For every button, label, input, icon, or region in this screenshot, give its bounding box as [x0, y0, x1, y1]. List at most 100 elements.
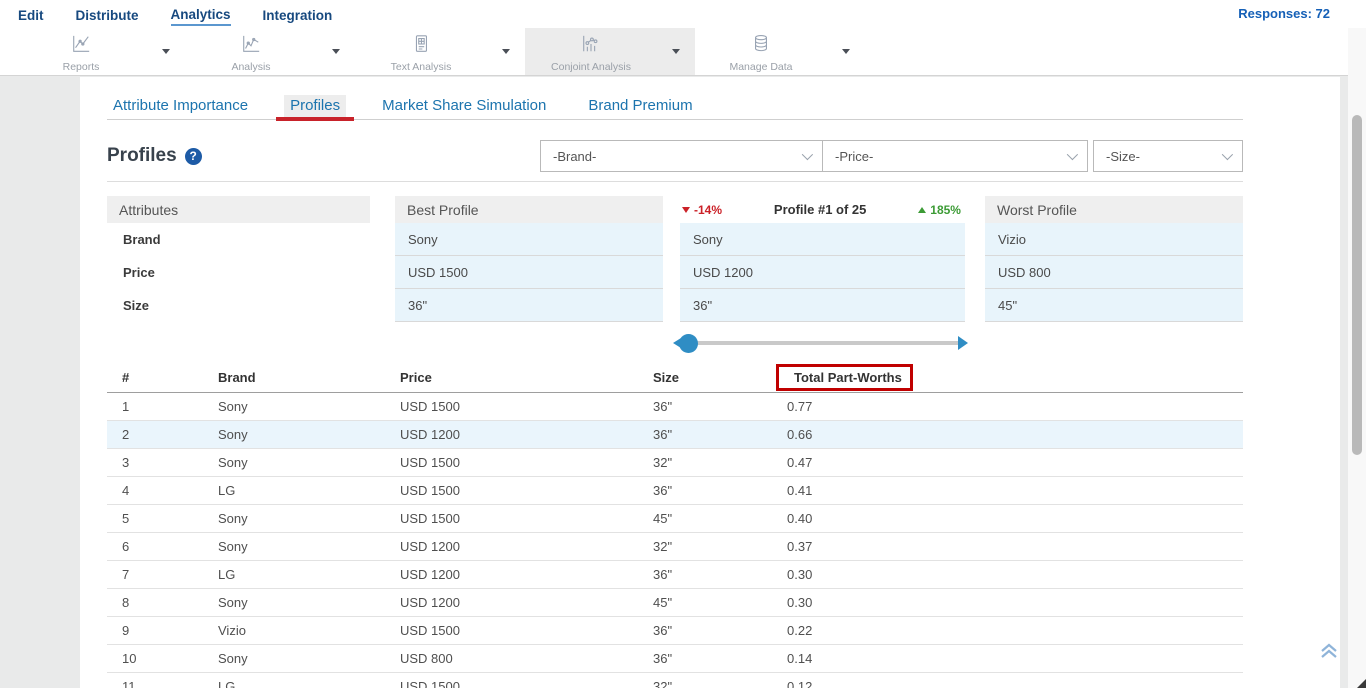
table-cell: LG [203, 483, 385, 498]
tab-profiles[interactable]: Profiles [284, 95, 346, 119]
table-row[interactable]: 6SonyUSD 120032"0.37 [107, 533, 1243, 561]
toolbar-group-conjoint-analysis: Conjoint Analysis [525, 28, 695, 75]
current-profile-header: -14% Profile #1 of 25 185% [680, 196, 965, 223]
section-divider [107, 181, 1243, 182]
help-icon[interactable]: ? [185, 148, 202, 165]
brand-filter-value: -Brand- [553, 149, 596, 164]
toolbar-label: Text Analysis [391, 61, 452, 73]
chevron-down-icon [1067, 149, 1078, 160]
table-cell: 5 [107, 511, 203, 526]
nav-item-edit[interactable]: Edit [18, 4, 44, 25]
table-cell: 6 [107, 539, 203, 554]
profile-slider-handle[interactable] [679, 334, 698, 353]
table-cell: 32" [638, 679, 772, 688]
table-cell: 32" [638, 455, 772, 470]
current-profile-price: USD 1200 [680, 256, 965, 289]
table-row[interactable]: 3SonyUSD 150032"0.47 [107, 449, 1243, 477]
nav-item-distribute[interactable]: Distribute [76, 4, 139, 25]
worst-profile-brand: Vizio [985, 223, 1243, 256]
profile-slider-track[interactable] [690, 341, 960, 345]
page-title-row: Profiles? -Brand- -Price- -Size- [107, 139, 1243, 173]
table-row[interactable]: 7LGUSD 120036"0.30 [107, 561, 1243, 589]
table-cell: Sony [203, 651, 385, 666]
table-cell: USD 1500 [385, 679, 638, 688]
current-profile-size: 36" [680, 289, 965, 322]
attribute-label-price: Price [107, 256, 370, 289]
tab-market-share-simulation[interactable]: Market Share Simulation [376, 95, 552, 119]
responses-count: Responses: 72 [1238, 6, 1330, 21]
trend-chart-icon [240, 34, 262, 59]
table-cell: 0.12 [772, 679, 1243, 688]
table-cell: 0.77 [772, 399, 1243, 414]
table-row[interactable]: 8SonyUSD 120045"0.30 [107, 589, 1243, 617]
table-cell: 9 [107, 623, 203, 638]
conjoint-analysis-dropdown-caret[interactable] [657, 28, 695, 75]
table-cell: 45" [638, 511, 772, 526]
conjoint-analysis-button[interactable]: Conjoint Analysis [525, 28, 657, 75]
tab-brand-premium[interactable]: Brand Premium [582, 95, 698, 119]
table-row[interactable]: 9VizioUSD 150036"0.22 [107, 617, 1243, 645]
table-cell: Sony [203, 399, 385, 414]
tab-attribute-importance[interactable]: Attribute Importance [107, 95, 254, 119]
reports-button[interactable]: Reports [15, 28, 147, 75]
table-cell: USD 1200 [385, 595, 638, 610]
table-cell: Sony [203, 455, 385, 470]
best-profile-price: USD 1500 [395, 256, 663, 289]
table-cell: 1 [107, 399, 203, 414]
column-header-number: # [107, 370, 203, 385]
table-cell: 0.30 [772, 595, 1243, 610]
table-cell: 36" [638, 399, 772, 414]
table-row[interactable]: 4LGUSD 150036"0.41 [107, 477, 1243, 505]
window-resize-grip [1357, 679, 1366, 688]
table-row[interactable]: 1SonyUSD 150036"0.77 [107, 393, 1243, 421]
table-cell: 36" [638, 623, 772, 638]
table-cell: USD 800 [385, 651, 638, 666]
attributes-header: Attributes [107, 196, 370, 223]
table-cell: Sony [203, 511, 385, 526]
slider-next-arrow[interactable] [958, 336, 968, 350]
table-row[interactable]: 5SonyUSD 150045"0.40 [107, 505, 1243, 533]
table-cell: 0.47 [772, 455, 1243, 470]
table-cell: 36" [638, 483, 772, 498]
price-filter-dropdown[interactable]: -Price- [822, 140, 1088, 172]
table-cell: LG [203, 679, 385, 688]
back-to-top-button[interactable] [1318, 639, 1340, 661]
text-analysis-dropdown-caret[interactable] [487, 28, 525, 75]
table-cell: USD 1500 [385, 455, 638, 470]
manage-data-button[interactable]: Manage Data [695, 28, 827, 75]
table-cell: 3 [107, 455, 203, 470]
table-cell: USD 1200 [385, 427, 638, 442]
nav-item-integration[interactable]: Integration [263, 4, 333, 25]
reports-dropdown-caret[interactable] [147, 28, 185, 75]
table-cell: 0.30 [772, 567, 1243, 582]
size-filter-dropdown[interactable]: -Size- [1093, 140, 1243, 172]
manage-data-dropdown-caret[interactable] [827, 28, 865, 75]
table-row[interactable]: 2SonyUSD 120036"0.66 [107, 421, 1243, 449]
line-chart-icon [70, 34, 92, 59]
table-cell: 10 [107, 651, 203, 666]
analysis-dropdown-caret[interactable] [317, 28, 355, 75]
worst-profile-size: 45" [985, 289, 1243, 322]
best-profile-column: Best Profile Sony USD 1500 36" [395, 196, 663, 322]
table-cell: USD 1200 [385, 567, 638, 582]
triangle-down-icon [682, 207, 690, 213]
text-analysis-button[interactable]: Text Analysis [355, 28, 487, 75]
scrollbar-thumb[interactable] [1352, 115, 1362, 455]
column-header-total-part-worths: Total Part-Worths [772, 364, 1243, 391]
table-row[interactable]: 11LGUSD 150032"0.12 [107, 673, 1243, 688]
current-profile-title: Profile #1 of 25 [774, 202, 866, 217]
table-cell: 0.37 [772, 539, 1243, 554]
table-cell: 36" [638, 651, 772, 666]
attribute-label-size: Size [107, 289, 370, 322]
profiles-table-body: 1SonyUSD 150036"0.772SonyUSD 120036"0.66… [107, 393, 1243, 688]
nav-item-analytics[interactable]: Analytics [171, 3, 231, 26]
current-profile-brand: Sony [680, 223, 965, 256]
analysis-button[interactable]: Analysis [185, 28, 317, 75]
best-profile-header: Best Profile [395, 196, 663, 223]
current-profile-column: -14% Profile #1 of 25 185% Sony USD 1200… [680, 196, 965, 322]
brand-filter-dropdown[interactable]: -Brand- [540, 140, 823, 172]
table-cell: USD 1200 [385, 539, 638, 554]
table-row[interactable]: 10SonyUSD 80036"0.14 [107, 645, 1243, 673]
main-content-panel: Attribute Importance Profiles Market Sha… [80, 77, 1340, 688]
table-cell: LG [203, 567, 385, 582]
